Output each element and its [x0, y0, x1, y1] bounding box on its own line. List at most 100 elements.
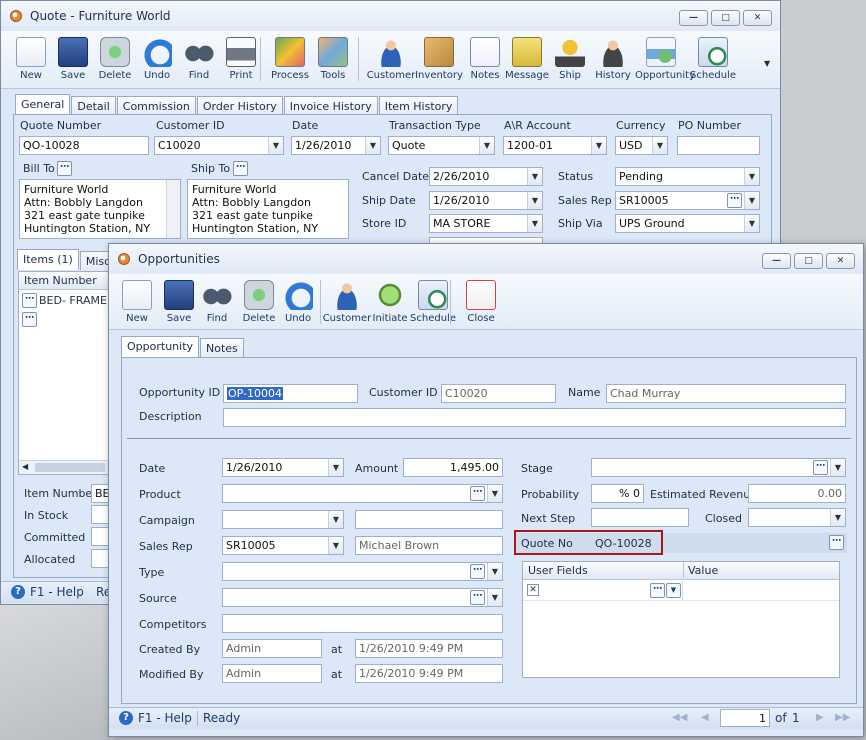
value-column-header[interactable]: Value — [683, 562, 718, 578]
ship-via-field[interactable]: UPS Ground ▼ — [615, 214, 760, 233]
row-ellipsis-button[interactable]: ⋯ — [650, 583, 665, 598]
row-ellipsis-button[interactable]: ⋯ — [22, 312, 37, 327]
store-id-field[interactable]: MA STORE ▼ — [429, 214, 543, 233]
quote-number-field[interactable]: QO-10028 — [19, 136, 149, 155]
chevron-down-icon[interactable]: ▼ — [652, 137, 667, 154]
currency-field[interactable]: USD ▼ — [615, 136, 668, 155]
tab-invoice-history[interactable]: Invoice History — [283, 96, 378, 115]
tab-opportunity[interactable]: Opportunity — [121, 336, 200, 357]
name-field[interactable]: Chad Murray — [606, 384, 846, 403]
tab-item-history[interactable]: Item History — [378, 96, 459, 115]
chevron-down-icon[interactable]: ▼ — [487, 485, 502, 502]
minimize-button[interactable]: — — [679, 10, 708, 26]
bill-to-ellipsis-button[interactable]: ⋯ — [57, 161, 72, 176]
tab-items[interactable]: Items (1) — [17, 249, 79, 270]
amount-field[interactable]: 1,495.00 — [403, 458, 503, 477]
chevron-down-icon[interactable]: ▼ — [527, 192, 542, 209]
sales-rep-field[interactable]: SR10005 ⋯ ▼ — [615, 191, 760, 210]
transaction-type-field[interactable]: Quote ▼ — [388, 136, 495, 155]
chevron-down-icon[interactable]: ▼ — [328, 459, 343, 476]
user-fields-column-header[interactable]: User Fields — [528, 564, 588, 577]
minimize-button[interactable]: — — [762, 253, 791, 269]
customer-id-field[interactable]: C10020 — [441, 384, 556, 403]
scroll-thumb[interactable] — [35, 463, 105, 472]
status-field[interactable]: Pending ▼ — [615, 167, 760, 186]
customer-id-field[interactable]: C10020 ▼ — [154, 136, 284, 155]
chevron-down-icon[interactable]: ▼ — [744, 192, 759, 209]
tab-general[interactable]: General — [15, 94, 71, 115]
close-window-button[interactable]: ✕ — [826, 253, 855, 269]
closed-field[interactable]: ▼ — [748, 508, 846, 527]
delete-row-icon[interactable]: ✕ — [527, 584, 539, 596]
first-page-icon[interactable]: ◀◀ — [672, 712, 687, 723]
chevron-down-icon[interactable]: ▼ — [365, 137, 380, 154]
maximize-button[interactable]: □ — [711, 10, 740, 26]
chevron-down-icon[interactable]: ▼ — [328, 537, 343, 554]
source-ellipsis-button[interactable]: ⋯ — [470, 590, 485, 605]
sales-rep-field[interactable]: SR10005 ▼ — [222, 536, 344, 555]
row-ellipsis-button[interactable]: ⋯ — [22, 293, 37, 308]
maximize-button[interactable]: □ — [794, 253, 823, 269]
chevron-down-icon[interactable]: ▼ — [591, 137, 606, 154]
chevron-down-icon[interactable]: ▼ — [527, 168, 542, 185]
help-link[interactable]: ? F1 - Help — [11, 585, 84, 599]
opportunities-titlebar[interactable]: Opportunities — □ ✕ — [109, 244, 863, 274]
ship-to-address[interactable]: Furniture World Attn: Bobbly Langdon 321… — [187, 179, 349, 239]
quote-no-ellipsis-button[interactable]: ⋯ — [829, 535, 844, 550]
opp-toolbar-undo-button[interactable]: Undo — [272, 280, 324, 324]
stage-ellipsis-button[interactable]: ⋯ — [813, 460, 828, 475]
chevron-down-icon[interactable]: ▼ — [666, 583, 681, 598]
bill-to-scrollbar[interactable] — [166, 180, 180, 238]
competitors-field[interactable] — [222, 614, 503, 633]
product-ellipsis-button[interactable]: ⋯ — [470, 486, 485, 501]
date-field[interactable]: 1/26/2010 ▼ — [222, 458, 344, 477]
tab-commission[interactable]: Commission — [116, 96, 196, 115]
close-window-button[interactable]: ✕ — [743, 10, 772, 26]
product-field[interactable]: ⋯ ▼ — [222, 484, 503, 503]
quote-toolbar-history-button[interactable]: History — [587, 37, 639, 81]
opp-toolbar-close-button[interactable]: Close — [455, 280, 507, 324]
toolbar-overflow-icon[interactable]: ▼ — [764, 59, 770, 68]
type-ellipsis-button[interactable]: ⋯ — [470, 564, 485, 579]
sales-rep-ellipsis-button[interactable]: ⋯ — [727, 193, 742, 208]
tab-notes[interactable]: Notes — [200, 338, 244, 357]
stage-field[interactable]: ⋯ ▼ — [591, 458, 846, 477]
chevron-down-icon[interactable]: ▼ — [830, 459, 845, 476]
quote-toolbar-tools-button[interactable]: Tools — [307, 37, 359, 81]
ship-date-field[interactable]: 1/26/2010 ▼ — [429, 191, 543, 210]
help-link[interactable]: ? F1 - Help — [119, 711, 192, 725]
ar-account-field[interactable]: 1200-01 ▼ — [503, 136, 607, 155]
ship-to-ellipsis-button[interactable]: ⋯ — [233, 161, 248, 176]
chevron-down-icon[interactable]: ▼ — [268, 137, 283, 154]
opportunity-id-field[interactable]: OP-10004 — [223, 384, 358, 403]
opp-toolbar-schedule-button[interactable]: Schedule — [407, 280, 459, 324]
cancel-date-field[interactable]: 2/26/2010 ▼ — [429, 167, 543, 186]
next-page-icon[interactable]: ▶ — [816, 712, 824, 723]
chevron-down-icon[interactable]: ▼ — [328, 511, 343, 528]
prev-page-icon[interactable]: ◀ — [701, 712, 709, 723]
items-hscrollbar[interactable]: ◀ — [19, 460, 112, 474]
chevron-left-icon[interactable]: ◀ — [22, 462, 28, 471]
chevron-down-icon[interactable]: ▼ — [744, 215, 759, 232]
chevron-down-icon[interactable]: ▼ — [479, 137, 494, 154]
date-field[interactable]: 1/26/2010 ▼ — [291, 136, 381, 155]
source-field[interactable]: ⋯ ▼ — [222, 588, 503, 607]
tab-detail[interactable]: Detail — [71, 96, 116, 115]
type-field[interactable]: ⋯ ▼ — [222, 562, 503, 581]
chevron-down-icon[interactable]: ▼ — [487, 589, 502, 606]
last-page-icon[interactable]: ▶▶ — [835, 712, 850, 723]
description-field[interactable] — [223, 408, 846, 427]
next-step-field[interactable] — [591, 508, 689, 527]
po-number-field[interactable] — [677, 136, 760, 155]
chevron-down-icon[interactable]: ▼ — [487, 563, 502, 580]
tab-order-history[interactable]: Order History — [196, 96, 283, 115]
campaign-field[interactable]: ▼ — [222, 510, 344, 529]
quote-toolbar-opportunity-button[interactable]: Opportunity — [635, 37, 695, 81]
quote-titlebar[interactable]: Quote - Furniture World — □ ✕ — [1, 1, 780, 31]
quote-toolbar-customer-button[interactable]: Customer — [365, 37, 417, 81]
bill-to-address[interactable]: Furniture World Attn: Bobbly Langdon 321… — [19, 179, 181, 239]
table-row[interactable]: ✕ ⋯ ▼ — [523, 581, 839, 601]
chevron-down-icon[interactable]: ▼ — [744, 168, 759, 185]
quote-toolbar-schedule-button[interactable]: Schedule — [687, 37, 739, 81]
probability-field[interactable]: % 0 — [591, 484, 644, 503]
